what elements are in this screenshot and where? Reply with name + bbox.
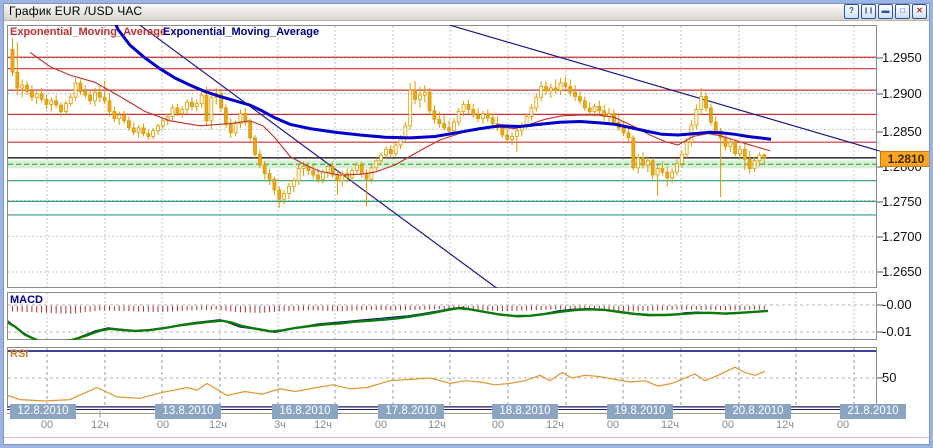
price-axis-label: 1.2950: [882, 51, 932, 65]
time-axis-label: 00: [365, 419, 397, 431]
date-axis-label: 16.8.2010: [272, 404, 338, 419]
time-axis-label: 12ч: [84, 419, 116, 431]
window-controls: ?❙❙▬□✕: [844, 4, 930, 19]
minimize-button[interactable]: ▬: [878, 4, 893, 19]
date-axis-label: 13.8.2010: [155, 404, 221, 419]
time-axis-label: 12ч: [202, 419, 234, 431]
maximize-button[interactable]: □: [895, 4, 910, 19]
time-axis-label: 00: [827, 419, 859, 431]
time-axis-label: 00: [147, 419, 179, 431]
title-bar[interactable]: График EUR /USD ЧАС ?❙❙▬□✕: [3, 2, 930, 21]
macd-canvas[interactable]: [7, 292, 877, 340]
time-axis-label: 00: [31, 419, 63, 431]
price-axis-label: 1.2650: [882, 265, 932, 279]
time-axis-label: 3ч: [264, 419, 296, 431]
time-axis-label: 00: [597, 419, 629, 431]
date-axis-label: 12.8.2010: [10, 404, 76, 419]
date-axis-label: 17.8.2010: [378, 404, 444, 419]
pause-button[interactable]: ❙❙: [861, 4, 876, 19]
main-chart-canvas[interactable]: [7, 25, 877, 288]
rsi-label: RSI: [10, 348, 28, 360]
time-axis-label: 12ч: [421, 419, 453, 431]
price-axis-label: 1.2900: [882, 87, 932, 101]
price-axis-label: 1.2750: [882, 195, 932, 209]
date-axis-label: 18.8.2010: [492, 404, 558, 419]
price-axis-label: 1.2700: [882, 230, 932, 244]
close-button[interactable]: ✕: [912, 4, 927, 19]
time-axis-label: 12ч: [307, 419, 339, 431]
bottom-divider: [3, 437, 930, 438]
date-axis-label: 21.8.2010: [840, 404, 906, 419]
rsi-canvas[interactable]: [7, 347, 877, 407]
window-title: График EUR /USD ЧАС: [3, 4, 142, 18]
time-axis-label: 12ч: [539, 419, 571, 431]
time-axis-label: 12ч: [769, 419, 801, 431]
price-axis-label: 1.2850: [882, 125, 932, 139]
current-price-badge: 1.2810: [880, 151, 932, 167]
macd-label: MACD: [10, 294, 43, 306]
time-axis-label: 00: [482, 419, 514, 431]
help-button[interactable]: ?: [844, 4, 859, 19]
time-axis-label: 12ч: [654, 419, 686, 431]
time-axis-label: 00: [712, 419, 744, 431]
rsi-axis-label: 50: [882, 371, 932, 385]
ema-blue-label: Exponential_Moving_Average: [163, 26, 319, 38]
date-axis-label: 20.8.2010: [725, 404, 791, 419]
macd-axis-label: -0.01: [882, 325, 932, 339]
date-axis-label: 19.8.2010: [607, 404, 673, 419]
macd-axis-label: -0.00: [882, 298, 932, 312]
ema-red-label: Exponential_Moving_Average: [10, 26, 166, 38]
chart-window: График EUR /USD ЧАС ?❙❙▬□✕ Exponential_M…: [0, 0, 933, 448]
